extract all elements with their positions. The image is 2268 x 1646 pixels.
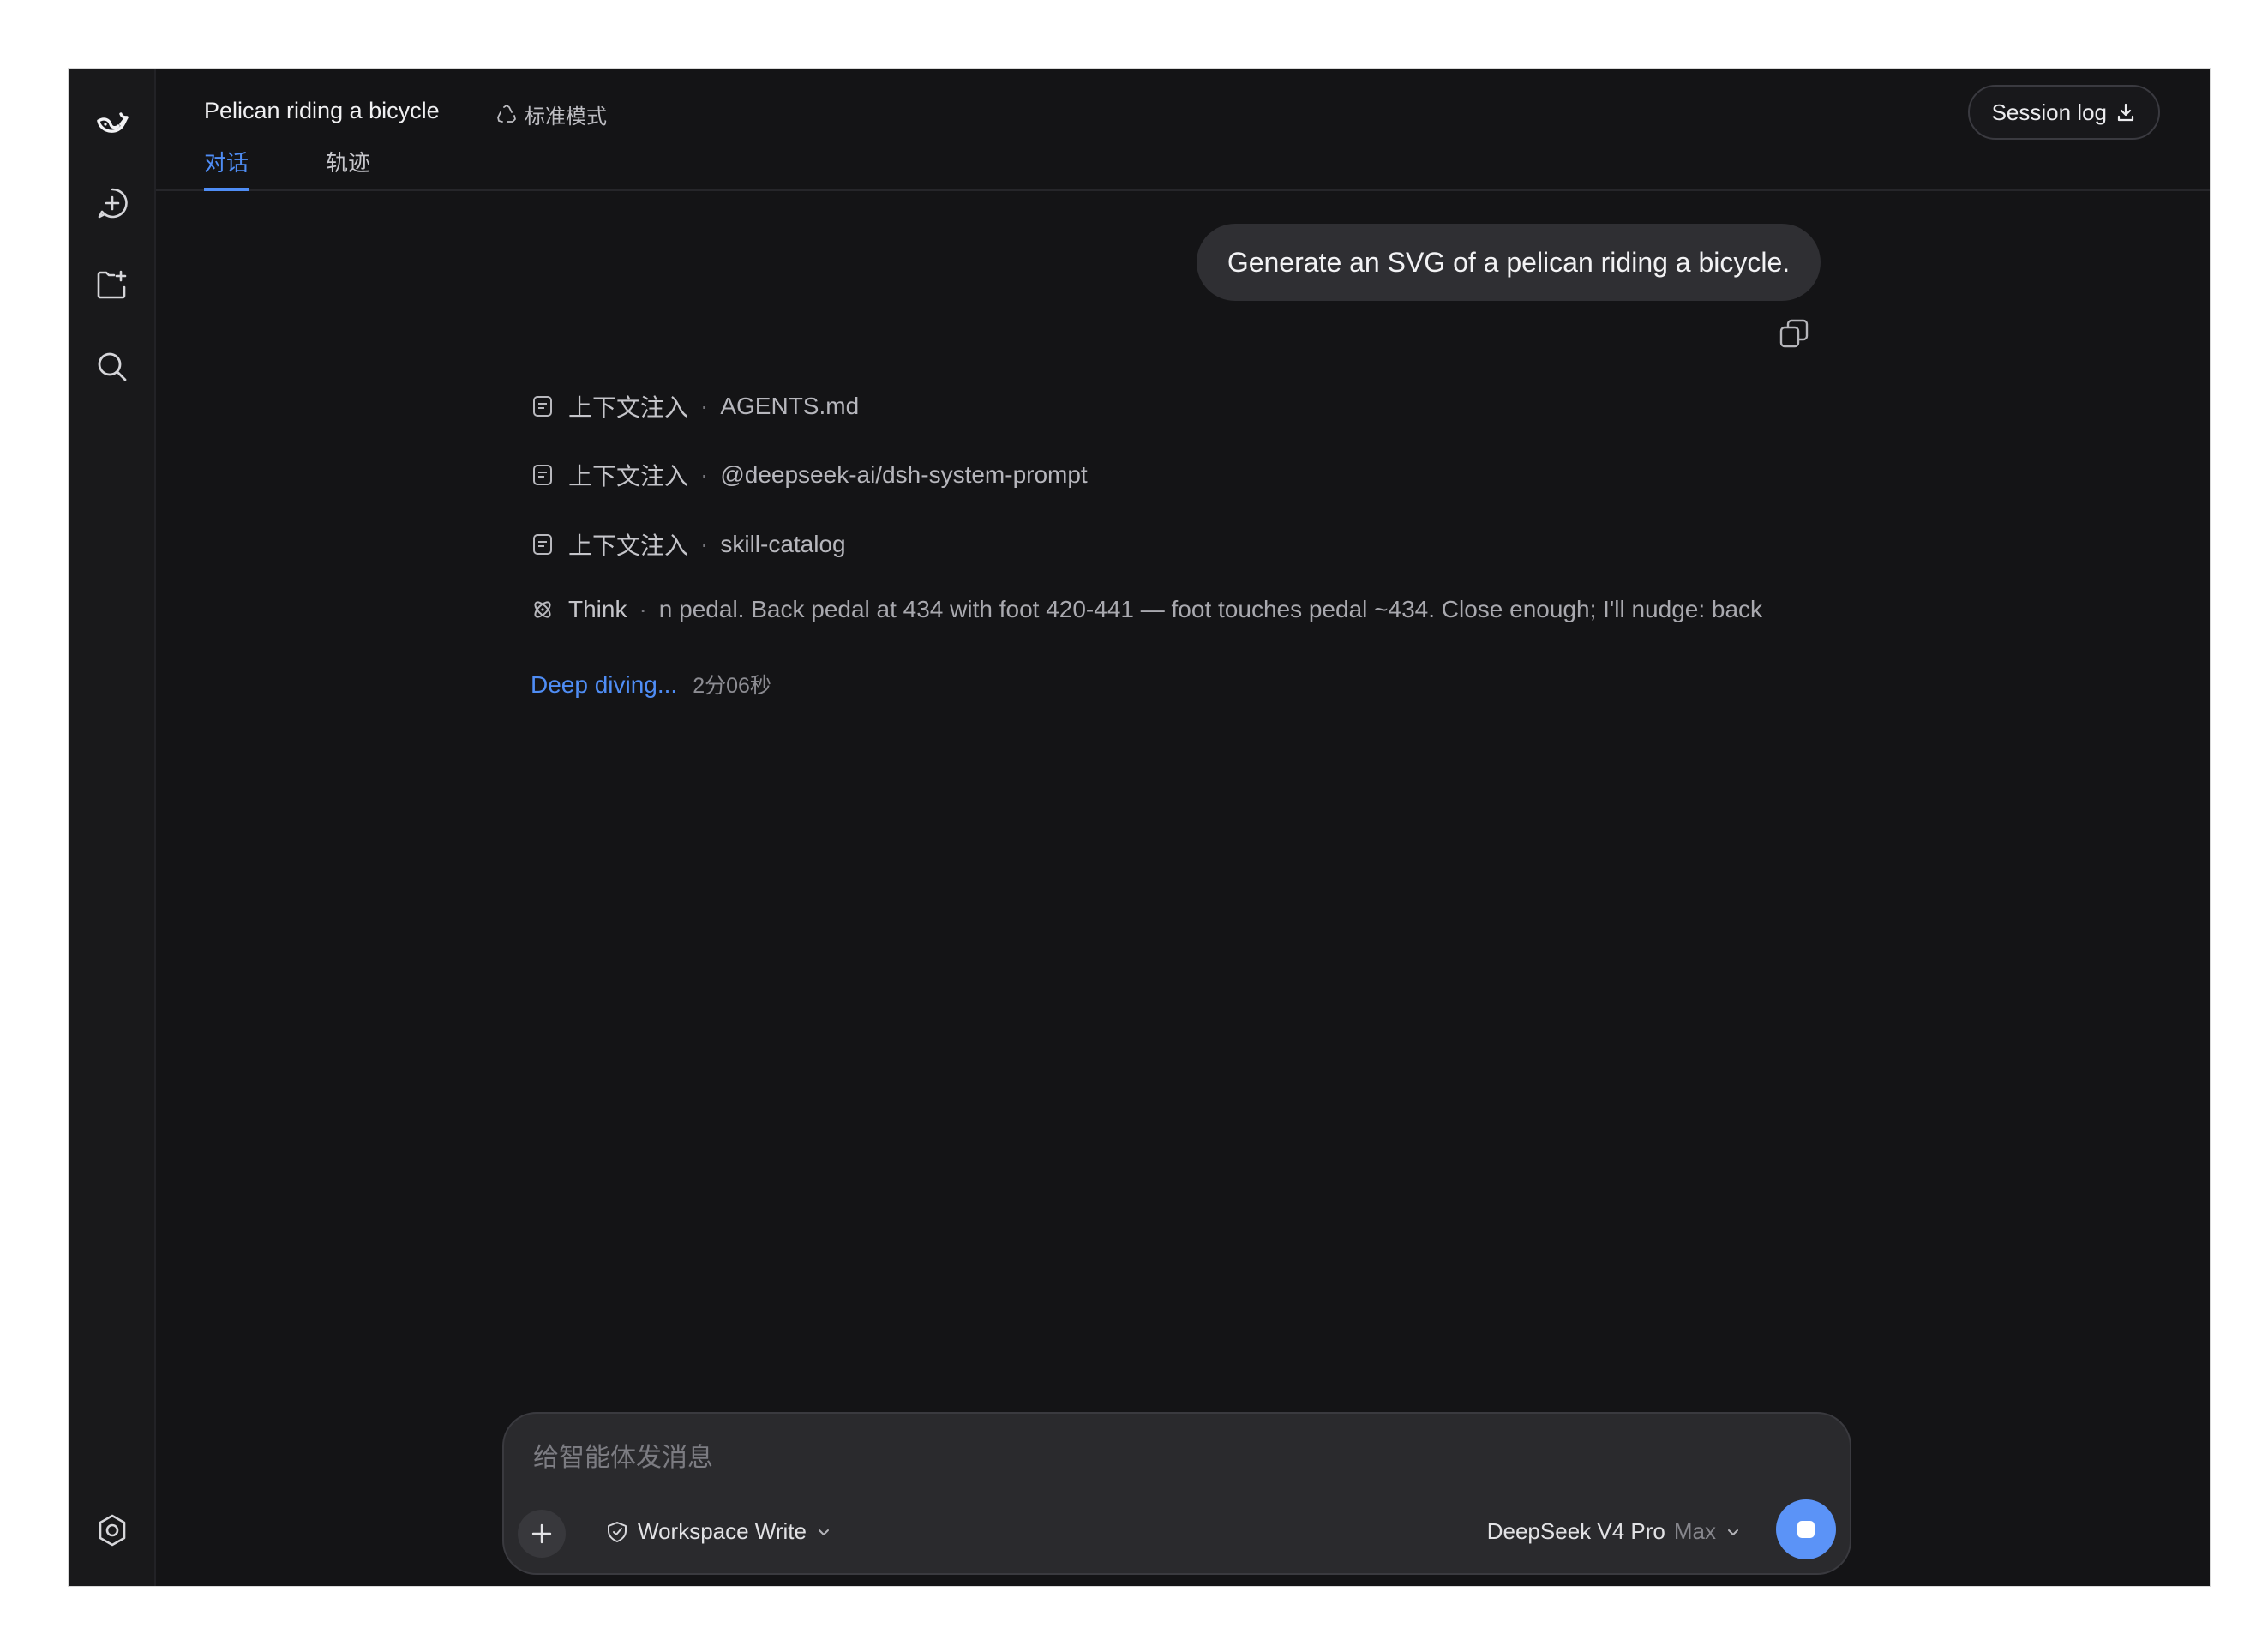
permission-label: Workspace Write <box>638 1518 807 1544</box>
settings-icon[interactable] <box>92 1510 133 1551</box>
recycle-icon <box>497 104 516 123</box>
chevron-down-icon <box>818 1529 829 1535</box>
user-message-text: Generate an SVG of a pelican riding a bi… <box>1227 246 1791 278</box>
step-detail: skill-catalog <box>720 531 846 557</box>
step-detail: @deepseek-ai/dsh-system-prompt <box>720 461 1088 488</box>
shield-icon <box>608 1521 627 1542</box>
model-name: DeepSeek V4 Pro <box>1486 1518 1665 1544</box>
step-label: 上下文注入 <box>568 532 689 559</box>
new-project-icon[interactable] <box>92 265 133 306</box>
copy-icon[interactable] <box>1778 317 1810 350</box>
new-chat-icon[interactable] <box>92 183 133 224</box>
think-label: Think <box>568 596 627 622</box>
user-message-bubble: Generate an SVG of a pelican riding a bi… <box>1197 224 1821 301</box>
document-icon <box>533 465 552 485</box>
step-separator: · <box>700 393 709 419</box>
attach-button[interactable] <box>518 1510 566 1558</box>
step-separator: · <box>700 531 709 557</box>
model-tier: Max <box>1673 1518 1716 1544</box>
document-icon <box>533 534 552 555</box>
model-dropdown[interactable]: DeepSeek V4 Pro Max <box>1487 1518 1742 1545</box>
mode-indicator[interactable]: 标准模式 <box>495 99 607 129</box>
tab-trajectory[interactable]: 轨迹 <box>326 146 370 188</box>
document-icon <box>533 396 552 417</box>
atom-icon <box>534 601 551 618</box>
context-step-skill-catalog[interactable]: 上下文注入 · skill-catalog <box>531 527 846 562</box>
think-step[interactable]: Think · ‪n pedal. Back pedal at 434 with… <box>531 596 1825 623</box>
chevron-down-icon <box>1728 1529 1738 1535</box>
session-log-button[interactable]: Session log <box>1967 85 2160 140</box>
context-step-system-prompt[interactable]: 上下文注入 · @deepseek-ai/dsh-system-prompt <box>531 458 1088 492</box>
status-indicator: Deep diving... 2分06秒 <box>531 669 771 700</box>
step-label: 上下文注入 <box>568 394 689 421</box>
step-label: 上下文注入 <box>568 463 689 490</box>
top-header: Pelican riding a bicycle 标准模式 对话 轨迹 Sess… <box>156 69 2210 191</box>
elapsed-time: 2分06秒 <box>693 674 771 698</box>
session-log-label: Session log <box>1991 99 2107 125</box>
plus-icon <box>531 1523 552 1544</box>
whale-logo-icon[interactable] <box>92 102 133 143</box>
tab-conversation[interactable]: 对话 <box>204 146 249 191</box>
step-detail: AGENTS.md <box>720 393 860 419</box>
step-separator: · <box>639 596 647 622</box>
message-input[interactable] <box>533 1439 1733 1477</box>
app-window: Pelican riding a bicycle 标准模式 对话 轨迹 Sess… <box>69 69 2210 1586</box>
message-composer: Workspace Write DeepSeek V4 Pro Max <box>502 1412 1851 1575</box>
search-icon[interactable] <box>92 346 133 387</box>
download-icon <box>2117 103 2134 122</box>
context-step-agents[interactable]: 上下文注入 · AGENTS.md <box>531 389 859 424</box>
step-separator: · <box>700 461 709 488</box>
mode-label: 标准模式 <box>525 105 607 129</box>
sidebar <box>69 69 156 1586</box>
status-label: Deep diving... <box>531 671 678 698</box>
permission-dropdown[interactable]: Workspace Write <box>605 1518 832 1545</box>
stop-generation-button[interactable] <box>1776 1499 1836 1559</box>
stop-icon <box>1797 1521 1815 1538</box>
page-title: Pelican riding a bicycle <box>204 98 440 123</box>
think-stream-text: ‪n pedal. Back pedal at 434 with foot 42… <box>658 596 1763 622</box>
